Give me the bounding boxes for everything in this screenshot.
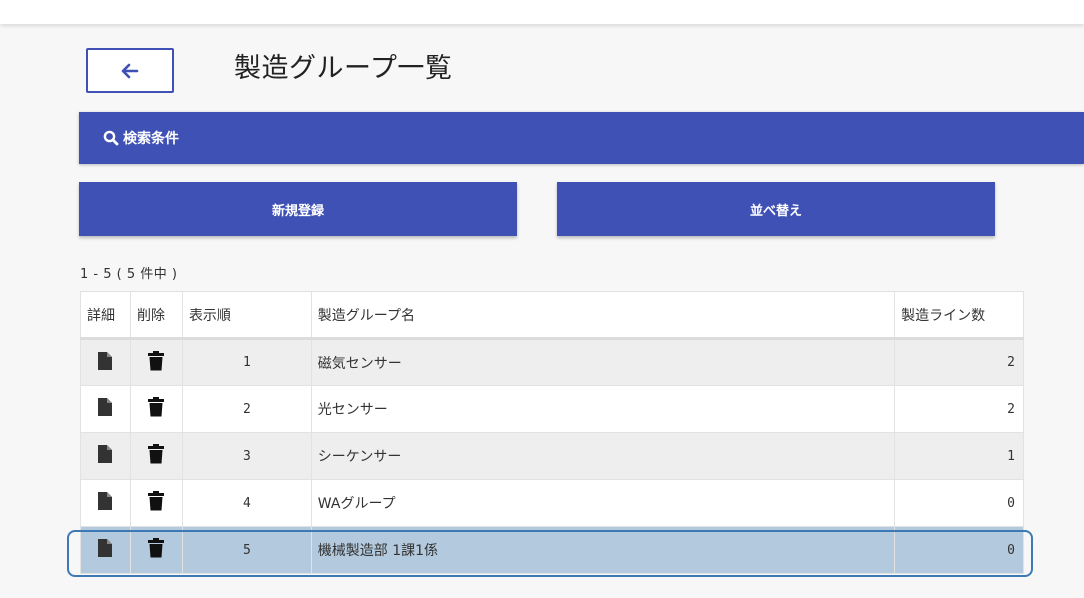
search-icon (103, 130, 119, 146)
row-line-count: 2 (894, 385, 1024, 433)
search-conditions-toggle[interactable]: 検索条件 (79, 112, 1084, 164)
detail-cell (80, 338, 131, 386)
header-order[interactable]: 表示順 (181, 291, 312, 340)
document-icon[interactable] (97, 538, 113, 558)
document-icon[interactable] (97, 351, 113, 371)
trash-icon[interactable] (147, 350, 165, 371)
sort-button[interactable]: 並べ替え (557, 182, 995, 236)
header-line-count[interactable]: 製造ライン数 (894, 291, 1024, 340)
header-group-name[interactable]: 製造グループ名 (310, 291, 896, 340)
header-delete: 削除 (129, 291, 183, 340)
trash-icon[interactable] (147, 491, 165, 511)
row-group-name: 機械製造部 1課1係 (310, 526, 896, 574)
detail-cell (80, 526, 131, 574)
table-row[interactable]: 3 シーケンサー 1 (80, 432, 1024, 480)
table-header-row: 詳細 削除 表示順 製造グループ名 製造ライン数 (80, 291, 1024, 340)
table-row[interactable]: 2 光センサー 2 (80, 385, 1024, 433)
search-conditions-label: 検索条件 (123, 131, 179, 147)
row-group-name: 光センサー (310, 385, 896, 433)
delete-cell (129, 385, 183, 433)
table-row[interactable]: 1 磁気センサー 2 (80, 338, 1024, 386)
top-app-bar (0, 0, 1084, 24)
row-order: 4 (181, 479, 312, 527)
delete-cell (129, 479, 183, 527)
table-row-selected[interactable]: 5 機械製造部 1課1係 0 (80, 526, 1024, 574)
back-button[interactable] (86, 48, 174, 93)
row-order: 2 (181, 385, 312, 433)
row-line-count: 0 (894, 526, 1024, 574)
row-group-name: 磁気センサー (310, 338, 896, 386)
new-register-button[interactable]: 新規登録 (79, 182, 517, 236)
document-icon[interactable] (97, 491, 113, 511)
row-group-name: シーケンサー (310, 432, 896, 480)
detail-cell (80, 385, 131, 433)
detail-cell (80, 479, 131, 527)
group-table: 詳細 削除 表示順 製造グループ名 製造ライン数 1 磁気センサー 2 2 光セ… (80, 291, 1024, 574)
row-line-count: 0 (894, 479, 1024, 527)
row-line-count: 1 (894, 432, 1024, 480)
row-order: 3 (181, 432, 312, 480)
trash-icon[interactable] (147, 538, 165, 558)
delete-cell (129, 432, 183, 480)
document-icon[interactable] (97, 444, 113, 464)
row-group-name: WAグループ (310, 479, 896, 527)
delete-cell (129, 526, 183, 574)
page-title: 製造グループ一覧 (234, 53, 453, 84)
document-icon[interactable] (97, 397, 113, 417)
row-order: 1 (181, 338, 312, 386)
arrow-left-icon (121, 63, 139, 78)
row-order: 5 (181, 526, 312, 574)
delete-cell (129, 338, 183, 386)
trash-icon[interactable] (147, 397, 165, 417)
pagination-summary: 1 - 5 ( 5 件中 ) (80, 267, 178, 282)
table-row[interactable]: 4 WAグループ 0 (80, 479, 1024, 527)
trash-icon[interactable] (147, 444, 165, 464)
detail-cell (80, 432, 131, 480)
row-line-count: 2 (894, 338, 1024, 386)
header-detail: 詳細 (80, 291, 131, 340)
